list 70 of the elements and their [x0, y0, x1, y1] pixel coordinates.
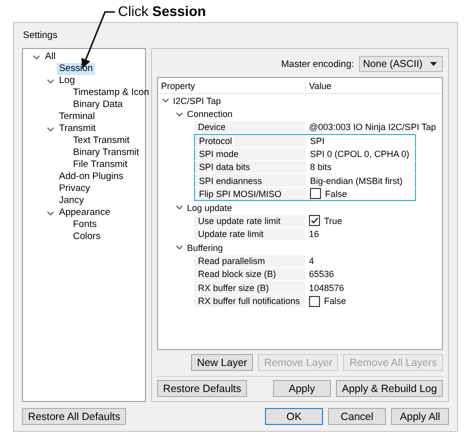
property-name: SPI data bits — [195, 160, 307, 174]
property-name: SPI endianness — [195, 174, 307, 187]
tree-item[interactable]: Session — [57, 63, 95, 75]
encoding-label: Master encoding: — [281, 58, 354, 70]
tree-item[interactable]: Colors — [71, 231, 102, 243]
dialog-button[interactable]: Cancel — [328, 408, 386, 425]
tree-item[interactable]: All — [43, 51, 58, 63]
dialog-button[interactable]: New Layer — [190, 354, 254, 371]
chevron-down-icon[interactable] — [162, 98, 169, 104]
property-value: False — [324, 296, 346, 306]
category-label: Buffering — [186, 242, 223, 253]
property-value: 65536 — [309, 269, 334, 280]
chevron-down-icon[interactable] — [46, 210, 54, 216]
category-label: Log update — [186, 202, 232, 213]
tree-item[interactable]: Add-on Plugins — [57, 171, 126, 183]
callout-text: Click Session — [118, 3, 206, 19]
tree-item[interactable]: Appearance — [57, 207, 112, 219]
category-label: I2C/SPI Tap — [172, 96, 221, 106]
tree-item[interactable]: Text Transmit — [71, 135, 132, 147]
tree-item[interactable]: Timestamp & Icon — [71, 87, 152, 99]
tree-item[interactable]: File Transmit — [71, 159, 130, 171]
chevron-down-icon[interactable] — [32, 54, 40, 60]
category-label: Connection — [186, 109, 233, 120]
property-name: Read block size (B) — [194, 268, 306, 280]
property-value: 16 — [309, 229, 320, 240]
column-header: Property — [158, 80, 306, 90]
chevron-down-icon[interactable] — [176, 205, 183, 210]
property-name: Device — [194, 120, 306, 134]
chevron-down-icon[interactable] — [176, 112, 183, 117]
property-value: Big-endian (MSBit first) — [310, 176, 403, 186]
property-name: SPI mode — [195, 148, 307, 160]
property-value: SPI — [310, 136, 325, 146]
checkbox[interactable] — [310, 188, 321, 200]
property-value: True — [324, 216, 342, 226]
dialog-button[interactable]: Apply — [272, 380, 331, 397]
tree-item[interactable]: Terminal — [57, 111, 97, 123]
property-value: @003:003 IO Ninja I2C/SPI Tap — [309, 122, 436, 132]
dialog-button[interactable]: OK — [265, 408, 323, 425]
column-header: Value — [308, 80, 332, 90]
property-value: 1048576 — [309, 282, 344, 293]
dialog-button[interactable]: Restore Defaults — [157, 380, 248, 397]
chevron-down-icon[interactable] — [46, 126, 54, 132]
chevron-down-icon[interactable] — [176, 245, 183, 250]
property-name: Use update rate limit — [194, 214, 306, 227]
property-value: SPI 0 (CPOL 0, CPHA 0) — [310, 148, 410, 159]
dialog-button[interactable]: Apply & Rebuild Log — [336, 380, 443, 397]
property-name: RX buffer full notifications — [194, 294, 306, 308]
checkbox[interactable] — [309, 215, 320, 226]
tree-item[interactable]: Fonts — [71, 219, 99, 231]
tree-item[interactable]: Binary Transmit — [71, 147, 141, 159]
dialog-button[interactable]: Restore All Defaults — [22, 408, 126, 425]
property-name: Protocol — [195, 135, 307, 147]
property-value: 8 bits — [310, 162, 332, 172]
property-value: False — [325, 188, 348, 199]
tree-item[interactable]: Privacy — [57, 183, 92, 195]
property-name: Flip SPI MOSI/MISO — [195, 188, 307, 200]
window-title: Settings — [23, 30, 58, 41]
chevron-down-icon[interactable] — [46, 78, 54, 84]
tree-item[interactable]: Jancy — [57, 195, 86, 207]
tree-item[interactable]: Binary Data — [71, 99, 125, 111]
dropdown-caret-icon — [430, 62, 437, 66]
property-name: RX buffer size (B) — [194, 281, 306, 294]
property-name: Update rate limit — [194, 228, 306, 240]
encoding-dropdown[interactable]: None (ASCII) — [359, 56, 443, 72]
property-value: 4 — [309, 256, 314, 266]
checkbox[interactable] — [309, 296, 320, 307]
tree-item[interactable]: Log — [57, 75, 77, 87]
tree-item[interactable]: Transmit — [57, 123, 98, 135]
property-name: Read parallelism — [194, 254, 306, 268]
dialog-button[interactable]: Apply All — [391, 408, 449, 425]
